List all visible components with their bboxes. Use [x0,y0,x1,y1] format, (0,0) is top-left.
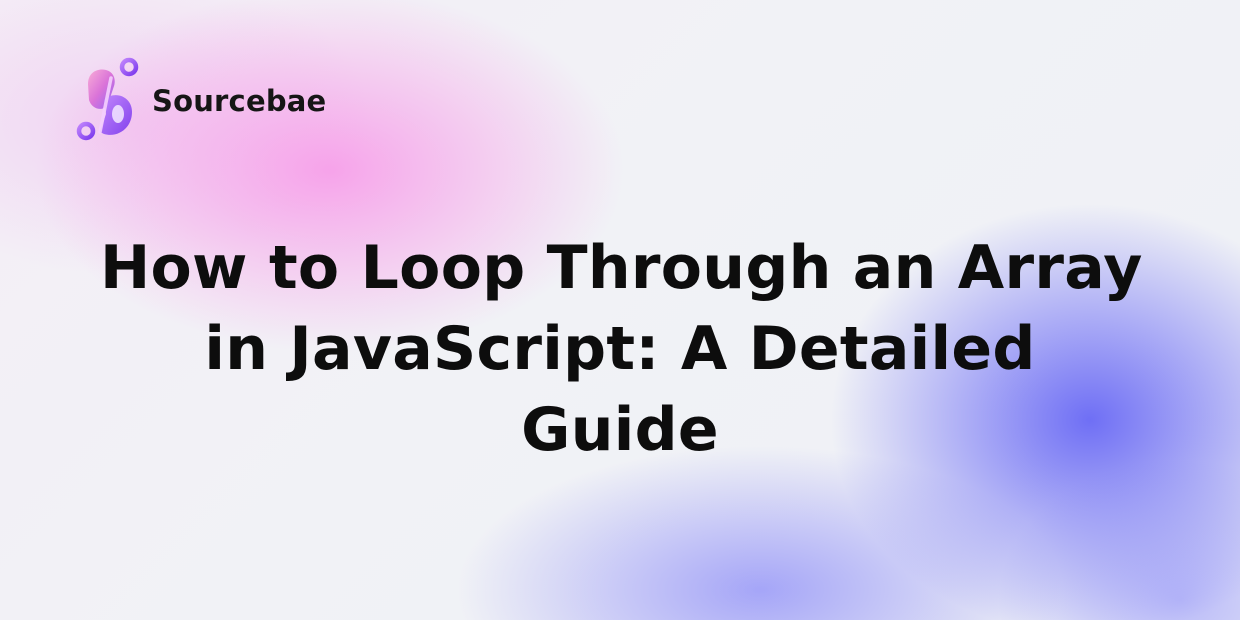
title-line-1: How to Loop Through an Array [100,233,1143,303]
brand-name: Sourcebae [152,84,327,118]
brand-logo[interactable]: Sourcebae [74,56,326,146]
banner: Sourcebae How to Loop Through an Array i… [0,0,1240,620]
title-line-2: in JavaScript: A Detailed [204,314,1036,384]
page-title: How to Loop Through an Array in JavaScri… [100,228,1143,471]
title-line-3: Guide [521,395,719,465]
sourcebae-logo-icon [76,57,139,141]
